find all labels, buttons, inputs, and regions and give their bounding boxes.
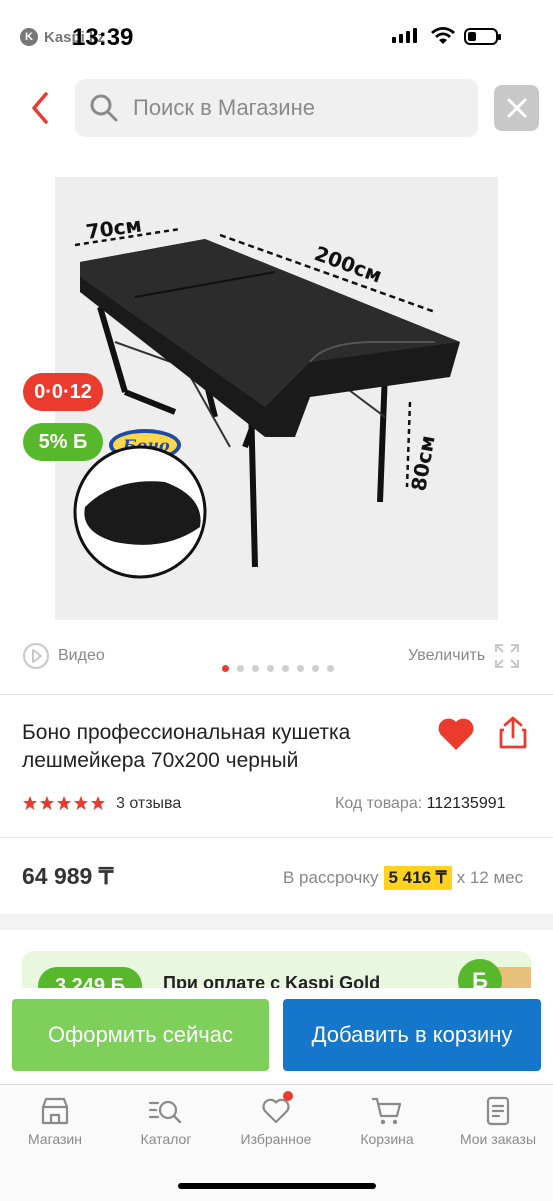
play-icon bbox=[23, 643, 49, 669]
tab-label: Избранное bbox=[240, 1131, 312, 1147]
search-input[interactable]: Поиск в Магазине bbox=[75, 79, 478, 137]
divider bbox=[0, 694, 553, 695]
clear-search-button[interactable] bbox=[494, 85, 539, 131]
video-label: Видео bbox=[58, 647, 105, 664]
pagination-dot[interactable] bbox=[297, 665, 304, 672]
tab-shop[interactable]: Магазин bbox=[0, 1085, 110, 1165]
pagination-dot[interactable] bbox=[252, 665, 259, 672]
image-pagination bbox=[222, 665, 334, 672]
pagination-dot[interactable] bbox=[327, 665, 334, 672]
height-label: 80см bbox=[406, 434, 439, 493]
add-to-cart-button[interactable]: Добавить в корзину bbox=[283, 999, 541, 1071]
divider bbox=[0, 837, 553, 838]
pagination-dot[interactable] bbox=[312, 665, 319, 672]
notification-dot bbox=[283, 1091, 293, 1101]
tab-label: Корзина bbox=[360, 1131, 414, 1147]
installment-info[interactable]: В рассрочку 5 416 ₸ x 12 мес bbox=[283, 866, 523, 890]
star-icon bbox=[40, 796, 54, 810]
tab-catalog[interactable]: Каталог bbox=[111, 1085, 221, 1165]
star-icon bbox=[57, 796, 71, 810]
star-icon bbox=[23, 796, 37, 810]
home-indicator bbox=[178, 1183, 376, 1189]
product-image[interactable]: 70см 200см 80см Боно bbox=[55, 177, 498, 620]
video-button[interactable]: Видео bbox=[22, 642, 105, 670]
wifi-icon bbox=[431, 27, 455, 44]
signal-icon bbox=[392, 28, 417, 43]
shop-icon bbox=[41, 1097, 69, 1125]
star-icon bbox=[91, 796, 105, 810]
favorite-button[interactable] bbox=[436, 715, 476, 753]
installment-suffix: x 12 мес bbox=[456, 868, 524, 887]
rating-stars[interactable] bbox=[22, 795, 106, 811]
zoom-button[interactable]: Увеличить bbox=[408, 642, 521, 670]
product-code: Код товара: 112135991 bbox=[335, 795, 506, 813]
reviews-link[interactable]: 3 отзыва bbox=[116, 795, 181, 813]
pagination-dot[interactable] bbox=[222, 665, 229, 672]
pagination-dot[interactable] bbox=[282, 665, 289, 672]
installment-amount: 5 416 ₸ bbox=[383, 866, 452, 890]
tab-label: Каталог bbox=[140, 1131, 192, 1147]
tab-favorites[interactable]: Избранное bbox=[221, 1085, 331, 1165]
tab-label: Мои заказы bbox=[459, 1131, 537, 1147]
bonus-badge: 5% Б bbox=[23, 423, 103, 461]
kaspi-logo-icon: K bbox=[20, 28, 38, 46]
installment-prefix: В рассрочку bbox=[283, 868, 379, 887]
tab-orders[interactable]: Мои заказы bbox=[443, 1085, 553, 1165]
zoom-label: Увеличить bbox=[408, 647, 486, 664]
status-time: 13:39 bbox=[72, 24, 134, 51]
tab-label: Магазин bbox=[27, 1131, 82, 1147]
massage-table-illustration: 70см 200см 80см Боно bbox=[73, 212, 460, 579]
orders-icon bbox=[486, 1096, 510, 1126]
expand-icon bbox=[495, 644, 520, 668]
length-label: 200см bbox=[311, 241, 385, 287]
close-icon bbox=[507, 98, 526, 118]
product-code-label: Код товара: bbox=[335, 795, 423, 812]
product-code-value: 112135991 bbox=[426, 795, 506, 812]
installment-badge: 0·0·12 bbox=[23, 373, 103, 411]
cart-icon bbox=[372, 1097, 402, 1125]
catalog-icon bbox=[148, 1100, 182, 1124]
search-placeholder: Поиск в Магазине bbox=[133, 95, 315, 120]
pagination-dot[interactable] bbox=[267, 665, 274, 672]
search-icon bbox=[90, 94, 118, 122]
buy-now-button[interactable]: Оформить сейчас bbox=[12, 999, 269, 1071]
product-price: 64 989 ₸ bbox=[22, 863, 114, 889]
tab-cart[interactable]: Корзина bbox=[332, 1085, 442, 1165]
pagination-dot[interactable] bbox=[237, 665, 244, 672]
back-button[interactable] bbox=[26, 90, 56, 126]
share-button[interactable] bbox=[496, 715, 530, 751]
battery-icon bbox=[464, 28, 501, 45]
section-separator bbox=[0, 914, 553, 930]
star-icon bbox=[74, 796, 88, 810]
product-title: Боно профессиональная кушетка лешмейкера… bbox=[22, 721, 351, 772]
width-label: 70см bbox=[84, 212, 143, 244]
